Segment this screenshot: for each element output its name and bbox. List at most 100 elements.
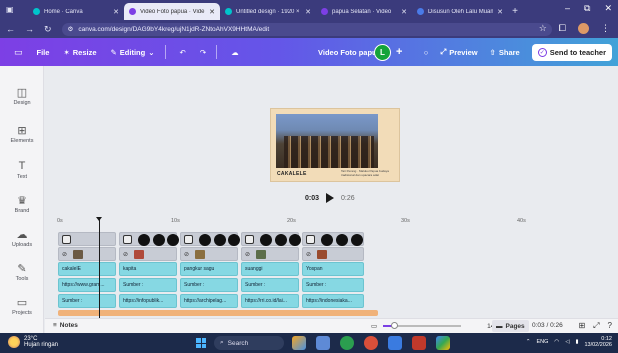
text-clip[interactable]: Sumber : [58,294,116,308]
text-clip[interactable]: Yospan [302,262,364,276]
close-tab-icon[interactable]: ✕ [497,8,503,16]
forward-icon[interactable]: → [25,24,34,34]
media-clip[interactable]: ⊘ [180,247,238,261]
send-to-teacher-button[interactable]: ✓ Send to teacher [531,43,612,61]
text-clip[interactable]: Sumber : [302,278,364,292]
text-clip[interactable]: kapita [119,262,177,276]
user-avatar[interactable]: L [374,44,391,61]
media-clip[interactable]: ⊘ [58,247,116,261]
audio-track[interactable] [58,310,378,316]
browser-tab[interactable]: Untitled design · 1920 × ✕ [220,3,316,20]
play-icon[interactable] [326,193,335,203]
text-clip[interactable]: suanggi [241,262,299,276]
taskbar-app-icon[interactable] [316,336,330,350]
media-clip[interactable]: ⊘ [241,247,299,261]
undo-button[interactable]: ↶ [180,48,186,57]
taskbar-app-icon[interactable] [388,336,402,350]
sidebar-item-tools[interactable]: ✎ Tools [0,262,44,282]
sidebar-item-brand[interactable]: ♛ Brand [0,194,44,214]
sidebar-item-projects[interactable]: ▭ Projects [0,296,44,316]
browser-tab[interactable]: Disusun Oleh Lalu Muam ✕ [412,3,508,20]
pages-button[interactable]: ▬ Pages [492,320,529,332]
tray-expand-icon[interactable]: ⌃ [526,339,531,345]
new-tab-button[interactable]: + [508,3,522,20]
zoom-slider-handle[interactable] [391,322,399,329]
preview-button[interactable]: ⤢ Preview [440,47,477,57]
scene-clip[interactable] [302,232,364,246]
browser-tab[interactable]: Home · Canva ✕ [28,3,124,20]
file-menu-button[interactable]: File [37,48,50,57]
maximize-button[interactable]: ⧉ [584,3,590,14]
add-collaborator-button[interactable]: + [396,46,402,58]
profile-avatar-icon[interactable] [578,23,589,34]
site-info-icon[interactable]: ⚙ [68,25,74,33]
language-indicator[interactable]: ENG [536,339,548,345]
sidebar-item-uploads[interactable]: ☁ Uploads [0,228,44,248]
text-clip[interactable]: cakalelE [58,262,116,276]
text-clip[interactable]: https://infopublik... [119,294,177,308]
sidebar-toggle-icon[interactable]: ▭ [14,47,23,58]
text-clip[interactable]: Sumber : [241,278,299,292]
taskbar-app-icon[interactable] [436,336,450,350]
fullscreen-icon[interactable]: ⤢ [593,321,599,331]
document-title[interactable]: Video Foto papua [318,48,381,57]
browser-tab[interactable]: papua Selatan · Video ✕ [316,3,412,20]
text-clip[interactable]: https://archipelag... [180,294,238,308]
text-clip[interactable]: https://www.gram... [58,278,116,292]
fit-screen-icon[interactable]: ▭ [371,322,377,330]
text-clip[interactable]: pangkur sagu [180,262,238,276]
browser-menu-icon[interactable]: ⋮ [601,23,610,34]
comments-icon[interactable]: ○ [424,48,429,57]
tab-actions-icon[interactable]: ▣ [6,5,18,15]
redo-button[interactable]: ↷ [200,48,206,57]
battery-icon[interactable]: ▮ [575,339,578,345]
sidebar-item-text[interactable]: T Text [0,160,44,180]
notes-button[interactable]: ≡ Notes [53,322,78,329]
help-icon[interactable]: ? [608,321,612,331]
close-tab-icon[interactable]: ✕ [401,8,407,16]
scene-clip[interactable] [241,232,301,246]
text-clip[interactable]: Sumber : [119,278,177,292]
cloud-sync-icon[interactable]: ☁ [231,48,239,57]
taskbar-search[interactable]: ⌕ Search [214,336,284,350]
text-clip[interactable]: https://rri.co.id/lai... [241,294,299,308]
text-clip[interactable]: https://indonesiaka... [302,294,364,308]
volume-icon[interactable]: ◁ [565,339,569,345]
close-tab-icon[interactable]: ✕ [209,8,215,16]
close-tab-icon[interactable]: ✕ [305,8,311,16]
resize-button[interactable]: ✶ Resize [63,48,96,57]
close-window-button[interactable]: ✕ [604,3,612,14]
share-button[interactable]: ⇧ Share [490,48,520,57]
grid-view-icon[interactable]: ⊞ [578,321,585,331]
sidebar-item-elements[interactable]: ⊞ Elements [0,124,44,144]
media-clip[interactable]: ⊘ [119,247,177,261]
taskbar-app-icon[interactable] [340,336,354,350]
text-clip[interactable]: Sumber : [180,278,238,292]
close-tab-icon[interactable]: ✕ [113,8,119,16]
windows-start-icon[interactable] [196,338,206,348]
reload-icon[interactable]: ↻ [44,24,52,35]
taskbar-app-icon[interactable] [412,336,426,350]
address-bar[interactable]: ⚙ canva.com/design/DAG9bY4kreg/ujN1jdR-Z… [61,22,552,36]
minimize-button[interactable]: – [565,3,570,14]
bookmark-star-icon[interactable]: ☆ [539,23,547,34]
sidebar-item-design[interactable]: ◫ Design [0,86,44,106]
design-page-thumbnail[interactable]: CAKALELE Tari Perang · Maluku Papua buda… [270,108,400,182]
back-icon[interactable]: ← [6,24,15,34]
browser-tab-active[interactable]: Video Foto papua · Vide ✕ [124,3,220,20]
timeline-ruler[interactable]: 0s 10s 20s 30s 40s [45,218,618,228]
scene-clip[interactable] [180,232,240,246]
editing-mode-button[interactable]: ✎ Editing ⌄ [111,48,155,57]
zoom-slider[interactable] [383,322,462,329]
wifi-icon[interactable]: ◠ [554,339,559,345]
scene-clip[interactable] [58,232,116,246]
media-clip[interactable]: ⊘ [302,247,364,261]
timeline-playhead[interactable] [96,217,102,319]
weather-widget[interactable]: 23°C Hujan ringan [8,336,58,348]
taskbar-app-icon[interactable] [364,336,378,350]
scene-clip[interactable] [119,232,179,246]
extensions-icon[interactable]: ⧠ [559,23,566,34]
taskbar-app-icon[interactable] [292,336,306,350]
cakalele-photo[interactable] [276,114,378,168]
system-clock[interactable]: 0:12 13/02/2026 [584,336,612,348]
